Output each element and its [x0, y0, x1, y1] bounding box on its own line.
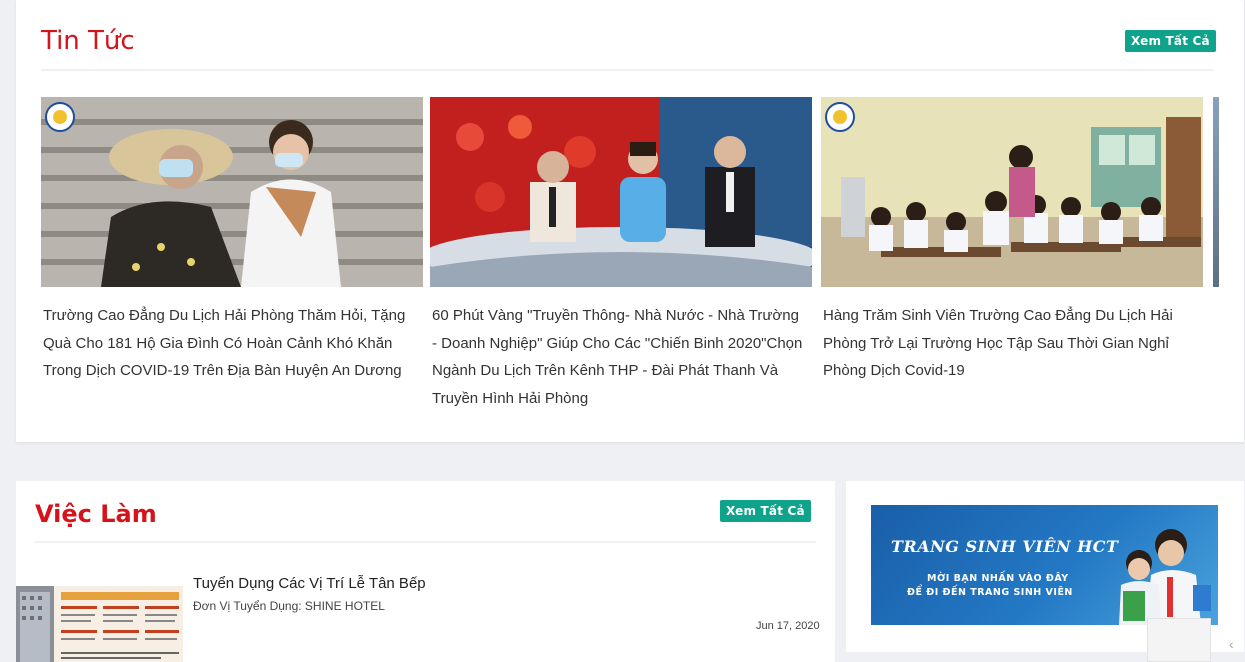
news-headline[interactable]: Hàng Trăm Sinh Viên Trường Cao Đẳng Du L…	[821, 302, 1203, 385]
news-photo-classroom	[821, 97, 1203, 287]
job-thumbnail[interactable]	[16, 586, 183, 662]
news-photo-visit	[41, 97, 423, 287]
news-see-all-button[interactable]: Xem Tất Cả	[1125, 30, 1216, 52]
school-logo-icon	[825, 102, 855, 132]
news-thumbnail[interactable]	[821, 97, 1203, 287]
job-poster-image	[16, 586, 183, 662]
news-photo-tv-studio	[430, 97, 812, 287]
news-section-title: Tin Tức	[41, 26, 135, 56]
jobs-see-all-button[interactable]: Xem Tất Cả	[720, 500, 811, 522]
banner-subtitle-line2: ĐỂ ĐI ĐẾN TRANG SINH VIÊN	[907, 587, 1073, 598]
news-headline[interactable]: Trường Cao Đẳng Du Lịch Hải Phòng Thăm H…	[41, 302, 423, 385]
banner-subtitle-line1: MỜI BẠN NHẤN VÀO ĐÂY	[927, 573, 1069, 584]
student-page-banner[interactable]: TRANG SINH VIÊN HCT MỜI BẠN NHẤN VÀO ĐÂY…	[871, 505, 1218, 625]
jobs-section: Việc Làm Xem Tất Cả Tuyển Dụng Các Vị Tr…	[16, 481, 835, 662]
jobs-divider	[35, 541, 816, 543]
news-thumbnail[interactable]	[41, 97, 423, 287]
news-item[interactable]: 60 Phút Vàng "Truyền Thông- Nhà Nước - N…	[430, 97, 812, 412]
news-thumbnail[interactable]	[430, 97, 812, 287]
news-item[interactable]: Trường Cao Đẳng Du Lịch Hải Phòng Thăm H…	[41, 97, 423, 385]
chevron-left-icon[interactable]: ‹	[1229, 636, 1234, 652]
next-news-thumbnail-edge	[1213, 97, 1219, 287]
school-logo-icon	[45, 102, 75, 132]
job-company: Đơn Vị Tuyển Dụng: SHINE HOTEL	[193, 599, 385, 613]
floating-scroll-tab[interactable]	[1147, 618, 1211, 662]
news-headline[interactable]: 60 Phút Vàng "Truyền Thông- Nhà Nước - N…	[430, 302, 812, 412]
news-item[interactable]: Hàng Trăm Sinh Viên Trường Cao Đẳng Du L…	[821, 97, 1203, 385]
job-date: Jun 17, 2020	[756, 620, 820, 632]
banner-title: TRANG SINH VIÊN HCT	[891, 537, 1119, 556]
banner-students-image	[1119, 529, 1211, 625]
job-title-link[interactable]: Tuyển Dụng Các Vị Trí Lễ Tân Bếp	[193, 575, 426, 592]
news-divider	[41, 69, 1213, 71]
jobs-section-title: Việc Làm	[35, 500, 157, 528]
